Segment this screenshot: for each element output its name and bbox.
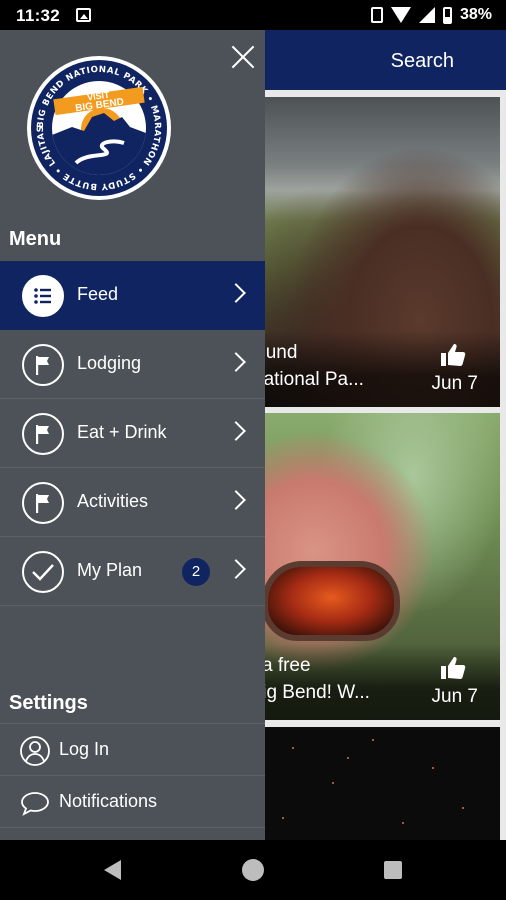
chevron-right-icon xyxy=(226,490,246,510)
visit-big-bend-logo: BIG BEND NATIONAL PARK • MARATHON • STUD… xyxy=(26,55,171,200)
plan-count-badge: 2 xyxy=(182,558,210,586)
settings-item-notifications[interactable]: Notifications xyxy=(0,775,265,827)
menu-item-lodging[interactable]: Lodging xyxy=(0,330,265,399)
chevron-right-icon xyxy=(226,283,246,303)
card-title: u won a free t Big Bend! W... xyxy=(252,655,370,703)
flag-icon xyxy=(22,482,64,524)
flag-icon xyxy=(22,344,64,386)
list-icon xyxy=(22,275,64,317)
battery-percent: 38% xyxy=(459,6,492,23)
recent-apps-icon[interactable] xyxy=(384,861,402,879)
settings-item-log-in[interactable]: Log In xyxy=(0,723,265,775)
vibrate-icon xyxy=(370,7,383,23)
cell-signal-icon xyxy=(418,7,435,23)
status-time: 11:32 xyxy=(16,6,61,25)
navigation-drawer: BIG BEND NATIONAL PARK • MARATHON • STUD… xyxy=(0,30,265,840)
thumbs-up-icon[interactable] xyxy=(440,656,466,680)
check-icon xyxy=(22,551,64,593)
thumbs-up-icon[interactable] xyxy=(440,343,466,367)
menu-item-label: My Plan xyxy=(77,560,143,580)
menu-item-label: Eat + Drink xyxy=(77,422,167,442)
status-bar: 11:32 38% xyxy=(0,0,506,30)
settings-item-label: Notifications xyxy=(59,791,158,811)
feed-card[interactable]: u won a free t Big Bend! W... Jun 7 xyxy=(252,413,500,720)
user-icon xyxy=(20,736,50,766)
card-date: Jun 7 xyxy=(431,686,478,707)
menu-heading: Menu xyxy=(9,228,62,250)
settings-item-label: Log In xyxy=(59,739,110,759)
menu-item-label: Feed xyxy=(77,284,119,304)
chat-bubble-icon xyxy=(21,792,49,816)
feed-card[interactable]: ures around d National Pa... Jun 7 xyxy=(252,97,500,407)
home-icon[interactable] xyxy=(242,859,264,881)
menu-item-eat-drink[interactable]: Eat + Drink xyxy=(0,399,265,468)
feed-card[interactable] xyxy=(252,727,500,840)
flag-icon xyxy=(22,413,64,455)
close-icon[interactable] xyxy=(230,44,256,70)
battery-icon xyxy=(442,6,452,24)
settings-heading: Settings xyxy=(9,692,88,714)
card-title: ures around d National Pa... xyxy=(252,342,364,390)
chevron-right-icon xyxy=(226,352,246,372)
status-icons: 38% xyxy=(370,6,492,24)
card-date: Jun 7 xyxy=(431,373,478,394)
chevron-right-icon xyxy=(226,559,246,579)
chevron-right-icon xyxy=(226,421,246,441)
menu-item-my-plan[interactable]: My Plan 2 xyxy=(0,537,265,606)
menu-item-feed[interactable]: Feed xyxy=(0,261,265,330)
search-button[interactable]: Search xyxy=(391,50,454,73)
settings-item-partial[interactable] xyxy=(0,827,265,840)
card-photo-sunglasses xyxy=(262,561,400,641)
image-notification-icon xyxy=(76,8,91,22)
wifi-icon xyxy=(390,7,411,23)
system-nav-bar xyxy=(0,840,506,900)
menu-item-label: Activities xyxy=(77,491,149,511)
menu-item-label: Lodging xyxy=(77,353,142,373)
menu-item-activities[interactable]: Activities xyxy=(0,468,265,537)
back-icon[interactable] xyxy=(104,860,121,880)
